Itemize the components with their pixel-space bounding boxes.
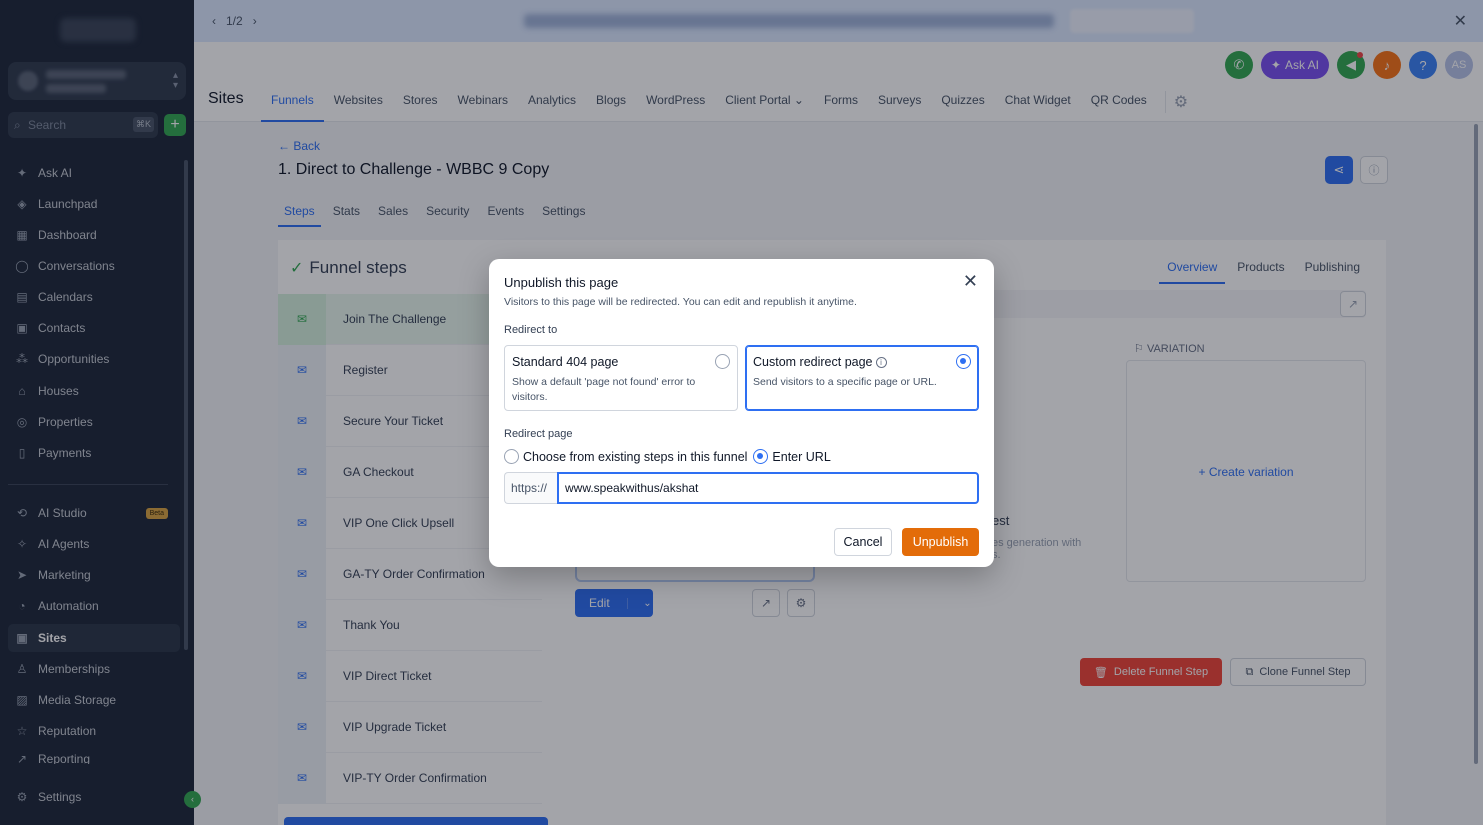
dialog-subtitle: Visitors to this page will be redirected…	[504, 296, 857, 308]
option-standard-404[interactable]: Standard 404 page Show a default 'page n…	[504, 345, 738, 411]
redirect-url-input[interactable]	[557, 472, 979, 504]
unpublish-dialog: Unpublish this page ✕ Visitors to this p…	[489, 259, 994, 567]
url-prefix: https://	[504, 472, 557, 504]
unpublish-button[interactable]: Unpublish	[902, 528, 979, 556]
enter-url-label[interactable]: Enter URL	[772, 450, 830, 464]
cancel-button[interactable]: Cancel	[834, 528, 892, 556]
option-404-title: Standard 404 page	[512, 355, 619, 369]
choose-existing-label[interactable]: Choose from existing steps in this funne…	[523, 450, 747, 464]
option-custom-redirect[interactable]: Custom redirect page i Send visitors to a…	[745, 345, 979, 411]
close-icon[interactable]: ✕	[963, 272, 978, 290]
radio-choose-existing[interactable]	[504, 449, 519, 464]
radio-custom-redirect[interactable]	[956, 354, 971, 369]
option-404-description: Show a default 'page not found' error to…	[512, 376, 696, 403]
radio-enter-url[interactable]	[753, 449, 769, 464]
info-icon[interactable]: i	[875, 357, 887, 368]
option-custom-title: Custom redirect page i	[753, 355, 887, 369]
option-custom-description: Send visitors to a specific page or URL.	[753, 376, 937, 388]
dialog-title: Unpublish this page	[504, 275, 619, 290]
redirect-source-options: Choose from existing steps in this funne…	[504, 449, 831, 464]
redirect-page-label: Redirect page	[504, 428, 573, 440]
radio-standard-404[interactable]	[715, 354, 730, 369]
redirect-to-label: Redirect to	[504, 324, 558, 336]
redirect-url-group: https://	[504, 472, 979, 504]
